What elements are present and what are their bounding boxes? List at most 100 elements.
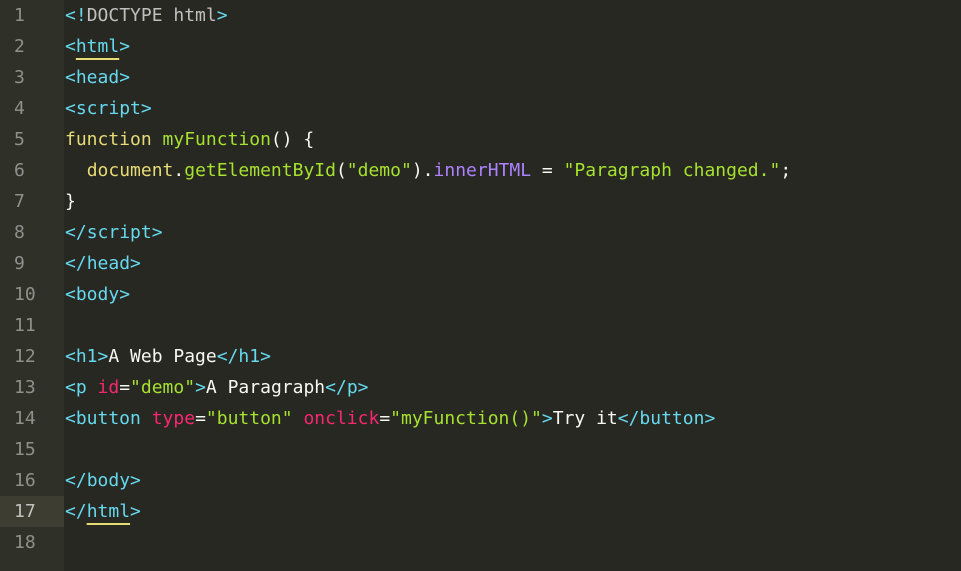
punctuation: ). bbox=[411, 160, 434, 181]
tag-p-close: </p> bbox=[325, 377, 369, 398]
tag-h1-close: </h1> bbox=[216, 346, 271, 367]
code-editor[interactable]: 1 2 3 4 5 6 7 8 9 10 11 12 13 14 15 16 1… bbox=[0, 0, 961, 571]
code-line-16[interactable]: </body> bbox=[64, 465, 961, 496]
tag-name-script: script bbox=[75, 98, 141, 119]
line-number: 15 bbox=[14, 439, 36, 460]
function-name: myFunction bbox=[162, 129, 271, 150]
tag-bracket: > bbox=[119, 36, 131, 57]
tag-name-body: body bbox=[75, 284, 120, 305]
text-content: Try it bbox=[552, 408, 618, 429]
code-line-12[interactable]: <h1>A Web Page</h1> bbox=[64, 341, 961, 372]
code-line-14[interactable]: <button type="button" onclick="myFunctio… bbox=[64, 403, 961, 434]
line-number: 2 bbox=[14, 36, 25, 57]
attribute-id: id bbox=[97, 377, 120, 398]
attribute-value: "button" bbox=[205, 408, 293, 429]
tag-bracket: < bbox=[65, 284, 76, 305]
punctuation: ( bbox=[335, 160, 347, 181]
attribute-value: "myFunction()" bbox=[390, 408, 542, 429]
string-literal: "Paragraph changed." bbox=[563, 160, 781, 181]
tag-h1-open: <h1> bbox=[65, 346, 109, 367]
code-text-area[interactable]: <!DOCTYPE html> <html> <head> <script> f… bbox=[64, 0, 961, 571]
line-number: 11 bbox=[14, 315, 36, 336]
line-number: 3 bbox=[14, 67, 25, 88]
attribute-onclick: onclick bbox=[303, 408, 380, 429]
line-number: 8 bbox=[14, 222, 25, 243]
attribute-type: type bbox=[151, 408, 196, 429]
line-number: 16 bbox=[14, 470, 36, 491]
tag-bracket: > bbox=[119, 284, 131, 305]
tag-name-head: head bbox=[86, 253, 131, 274]
string-literal: "demo" bbox=[346, 160, 412, 181]
code-line-11[interactable] bbox=[64, 310, 961, 341]
tag-bracket: > bbox=[140, 98, 152, 119]
punctuation: . bbox=[173, 160, 185, 181]
line-number: 4 bbox=[14, 98, 25, 119]
line-number: 13 bbox=[14, 377, 36, 398]
line-number: 7 bbox=[14, 191, 25, 212]
line-number-active: 17 bbox=[0, 496, 64, 527]
property-name: innerHTML bbox=[433, 160, 532, 181]
punctuation: () { bbox=[270, 129, 315, 150]
line-number: 9 bbox=[14, 253, 25, 274]
punctuation: ; bbox=[780, 160, 792, 181]
tag-name-html: html bbox=[86, 501, 131, 522]
tag-bracket: > bbox=[130, 253, 141, 274]
line-number: 10 bbox=[14, 284, 36, 305]
code-line-18[interactable] bbox=[64, 527, 961, 558]
tag-bracket: </ bbox=[65, 470, 87, 491]
text-content: A Paragraph bbox=[205, 377, 326, 398]
code-line-4[interactable]: <script> bbox=[64, 93, 961, 124]
code-line-7[interactable]: } bbox=[64, 186, 961, 217]
tag-bracket: < bbox=[65, 98, 76, 119]
tag-bracket: > bbox=[151, 222, 163, 243]
tag-bracket: < bbox=[65, 36, 76, 57]
tag-bracket: </ bbox=[65, 222, 87, 243]
code-line-17-active[interactable]: </html> bbox=[64, 496, 961, 527]
doctype-word: DOCTYPE html bbox=[86, 5, 217, 26]
tag-bracket: </ bbox=[65, 253, 87, 274]
tag-bracket: > bbox=[541, 408, 553, 429]
punctuation: } bbox=[65, 191, 76, 212]
tag-name-head: head bbox=[75, 67, 120, 88]
tag-bracket: > bbox=[130, 470, 141, 491]
doctype-close: > bbox=[216, 5, 228, 26]
tag-bracket: < bbox=[65, 67, 76, 88]
operator: = bbox=[195, 408, 206, 429]
object-document: document bbox=[86, 160, 174, 181]
method-name: getElementById bbox=[184, 160, 336, 181]
tag-p-open: <p bbox=[65, 377, 98, 398]
code-line-3[interactable]: <head> bbox=[64, 62, 961, 93]
line-number: 12 bbox=[14, 346, 36, 367]
code-line-5[interactable]: function myFunction() { bbox=[64, 124, 961, 155]
tag-bracket: > bbox=[195, 377, 206, 398]
code-line-10[interactable]: <body> bbox=[64, 279, 961, 310]
code-line-6[interactable]: document.getElementById("demo").innerHTM… bbox=[64, 155, 961, 186]
line-number: 5 bbox=[14, 129, 25, 150]
text-content: A Web Page bbox=[108, 346, 217, 367]
doctype-open: <! bbox=[65, 5, 87, 26]
tag-name-script: script bbox=[86, 222, 152, 243]
tag-bracket: > bbox=[130, 501, 141, 522]
code-line-15[interactable] bbox=[64, 434, 961, 465]
code-line-13[interactable]: <p id="demo">A Paragraph</p> bbox=[64, 372, 961, 403]
code-line-9[interactable]: </head> bbox=[64, 248, 961, 279]
line-number: 18 bbox=[14, 532, 36, 553]
tag-bracket: > bbox=[119, 67, 131, 88]
operator: = bbox=[379, 408, 391, 429]
keyword-function: function bbox=[65, 129, 163, 150]
line-number: 6 bbox=[14, 160, 25, 181]
attribute-value: "demo" bbox=[130, 377, 196, 398]
code-line-1[interactable]: <!DOCTYPE html> bbox=[64, 0, 961, 31]
operator: = bbox=[531, 160, 564, 181]
tag-name-body: body bbox=[86, 470, 131, 491]
tag-button-close: </button> bbox=[617, 408, 716, 429]
code-line-8[interactable]: </script> bbox=[64, 217, 961, 248]
tag-bracket: </ bbox=[65, 501, 87, 522]
tag-button-open: <button bbox=[65, 408, 152, 429]
line-number: 14 bbox=[14, 408, 36, 429]
operator: = bbox=[119, 377, 131, 398]
line-number: 1 bbox=[14, 5, 25, 26]
code-line-2[interactable]: <html> bbox=[64, 31, 961, 62]
